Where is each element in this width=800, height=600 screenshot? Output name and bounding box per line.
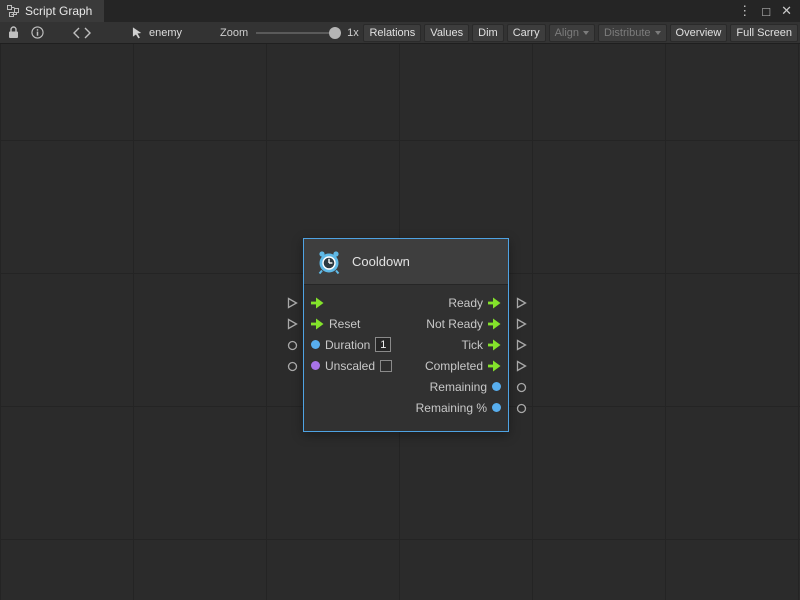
kebab-menu-icon[interactable]: ⋮ bbox=[738, 3, 751, 19]
zoom-value: 1x bbox=[347, 27, 359, 39]
port-row: Duration Tick bbox=[304, 334, 508, 355]
cooldown-node[interactable]: Cooldown Ready bbox=[303, 238, 509, 432]
chevron-down-icon bbox=[655, 31, 661, 35]
full-screen-button[interactable]: Full Screen bbox=[730, 24, 798, 42]
close-icon[interactable]: ✕ bbox=[781, 3, 792, 19]
distribute-label: Distribute bbox=[604, 27, 650, 39]
external-flow-input-enter[interactable] bbox=[286, 297, 298, 309]
port-label-not-ready: Not Ready bbox=[426, 317, 483, 331]
distribute-dropdown: Distribute bbox=[598, 24, 666, 42]
duration-field[interactable] bbox=[375, 337, 391, 352]
value-input-unscaled-icon[interactable] bbox=[311, 361, 320, 370]
graph-name: enemy bbox=[149, 27, 182, 39]
port-row: Remaining % bbox=[304, 397, 508, 418]
value-output-remaining-icon[interactable] bbox=[492, 382, 501, 391]
node-title: Cooldown bbox=[352, 254, 410, 269]
title-bar: Script Graph ⋮ □ ✕ bbox=[0, 0, 800, 22]
external-flow-output-ready[interactable] bbox=[515, 297, 527, 309]
flow-input-enter-icon[interactable] bbox=[311, 297, 324, 309]
relations-button[interactable]: Relations bbox=[363, 24, 421, 42]
toolbar-button-group: Relations Values Dim Carry Align Distrib… bbox=[363, 24, 800, 42]
flow-output-tick-icon[interactable] bbox=[488, 339, 501, 351]
info-icon[interactable] bbox=[31, 26, 44, 39]
external-value-output-remaining-percent[interactable] bbox=[515, 402, 527, 414]
alarm-clock-icon bbox=[316, 249, 342, 275]
script-graph-window: Script Graph ⋮ □ ✕ bbox=[0, 0, 800, 600]
external-value-output-remaining[interactable] bbox=[515, 381, 527, 393]
flow-output-ready-icon[interactable] bbox=[488, 297, 501, 309]
maximize-icon[interactable]: □ bbox=[762, 4, 770, 19]
port-label-unscaled: Unscaled bbox=[325, 359, 375, 373]
port-label-ready: Ready bbox=[448, 296, 483, 310]
external-flow-output-tick[interactable] bbox=[515, 339, 527, 351]
port-label-remaining: Remaining bbox=[430, 380, 487, 394]
code-icon[interactable] bbox=[72, 27, 92, 39]
script-graph-icon bbox=[7, 5, 19, 17]
carry-button[interactable]: Carry bbox=[507, 24, 546, 42]
lock-icon[interactable] bbox=[8, 26, 19, 39]
port-row: Unscaled Completed bbox=[304, 355, 508, 376]
zoom-slider-handle[interactable] bbox=[329, 27, 341, 39]
flow-output-completed-icon[interactable] bbox=[488, 360, 501, 372]
cursor-icon bbox=[132, 26, 144, 39]
chevron-down-icon bbox=[583, 31, 589, 35]
external-flow-input-reset[interactable] bbox=[286, 318, 298, 330]
external-flow-output-completed[interactable] bbox=[515, 360, 527, 372]
port-label-completed: Completed bbox=[425, 359, 483, 373]
zoom-label: Zoom bbox=[220, 27, 248, 39]
external-flow-output-not-ready[interactable] bbox=[515, 318, 527, 330]
port-label-tick: Tick bbox=[461, 338, 483, 352]
value-output-remaining-percent-icon[interactable] bbox=[492, 403, 501, 412]
values-button[interactable]: Values bbox=[424, 24, 469, 42]
port-row: Remaining bbox=[304, 376, 508, 397]
port-row: Ready bbox=[304, 292, 508, 313]
value-input-duration-icon[interactable] bbox=[311, 340, 320, 349]
external-value-input-unscaled[interactable] bbox=[286, 360, 298, 372]
port-label-reset: Reset bbox=[329, 317, 360, 331]
flow-output-not-ready-icon[interactable] bbox=[488, 318, 501, 330]
port-label-duration: Duration bbox=[325, 338, 370, 352]
node-header[interactable]: Cooldown bbox=[304, 239, 508, 285]
zoom-slider[interactable] bbox=[256, 26, 341, 40]
window-controls: ⋮ □ ✕ bbox=[738, 0, 800, 22]
port-label-remaining-percent: Remaining % bbox=[416, 401, 487, 415]
align-label: Align bbox=[555, 27, 579, 39]
external-value-input-duration[interactable] bbox=[286, 339, 298, 351]
port-row: Reset Not Ready bbox=[304, 313, 508, 334]
graph-canvas[interactable]: Cooldown Ready bbox=[0, 44, 800, 600]
graph-toolbar: enemy Zoom 1x Relations Values Dim Carry… bbox=[0, 22, 800, 44]
flow-input-reset-icon[interactable] bbox=[311, 318, 324, 330]
node-body: Ready Reset bbox=[304, 285, 508, 431]
overview-button[interactable]: Overview bbox=[670, 24, 728, 42]
tab-title: Script Graph bbox=[25, 4, 92, 18]
align-dropdown: Align bbox=[549, 24, 595, 42]
dim-button[interactable]: Dim bbox=[472, 24, 504, 42]
graph-breadcrumb[interactable]: enemy bbox=[132, 26, 182, 39]
unscaled-checkbox[interactable] bbox=[380, 360, 392, 372]
tab-script-graph[interactable]: Script Graph bbox=[0, 0, 104, 22]
